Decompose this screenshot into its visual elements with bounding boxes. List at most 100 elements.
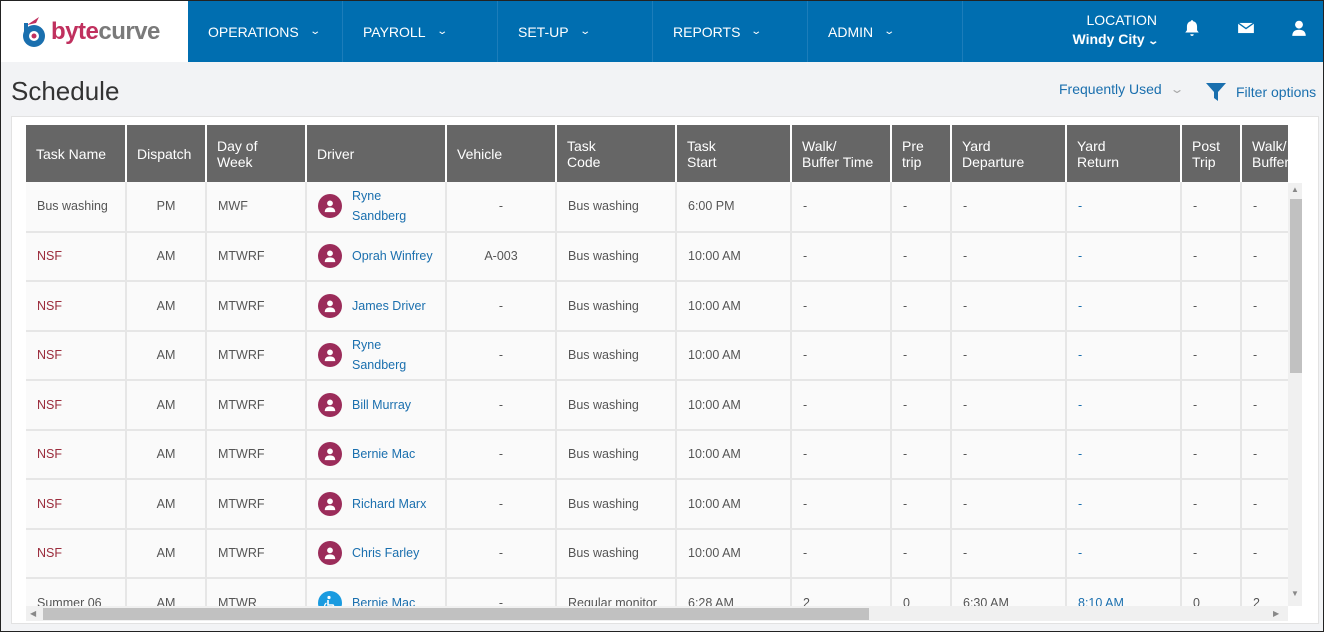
driver-avatar-icon bbox=[318, 541, 342, 566]
walk-buffer-2-cell: 2 bbox=[1241, 578, 1288, 606]
yard-departure-cell: - bbox=[951, 380, 1067, 431]
dispatch-cell: AM bbox=[126, 380, 207, 431]
task-start-cell: 6:28 AM bbox=[676, 578, 792, 606]
table-row[interactable]: NSF AM MTWRF Bill Murray - Bus washing 1… bbox=[26, 380, 1288, 431]
column-header[interactable]: Pre trip bbox=[891, 125, 952, 182]
driver-link[interactable]: Chris Farley bbox=[352, 543, 419, 563]
table-row[interactable]: NSF AM MTWRF Chris Farley - Bus washing … bbox=[26, 528, 1288, 579]
post-trip-cell: - bbox=[1181, 330, 1242, 381]
location-value: Windy City bbox=[1072, 31, 1145, 47]
task-start-cell: 10:00 AM bbox=[676, 330, 792, 381]
table-row[interactable]: NSF AM MTWRF Ryne Sandberg - Bus washing… bbox=[26, 330, 1288, 381]
column-header-label: Dispatch bbox=[137, 145, 192, 162]
column-header[interactable]: Walk/Buffer bbox=[1241, 125, 1288, 182]
dispatch-cell: AM bbox=[126, 528, 207, 579]
table-row[interactable]: NSF AM MTWRF Bernie Mac - Bus washing 10… bbox=[26, 429, 1288, 480]
driver-link[interactable]: Ryne Sandberg bbox=[352, 186, 434, 226]
day-of-week-cell: MTWRF bbox=[206, 380, 307, 431]
task-code-cell: Bus washing bbox=[556, 182, 677, 233]
chevron-down-icon: ⌄ bbox=[1169, 82, 1185, 96]
filter-options-button[interactable]: Filter options bbox=[1206, 82, 1316, 102]
driver-avatar-icon bbox=[318, 343, 342, 368]
column-header[interactable]: Task Code bbox=[556, 125, 677, 182]
driver-link[interactable]: Ryne Sandberg bbox=[352, 335, 434, 375]
nav-operations[interactable]: OPERATIONS ⌄ bbox=[188, 1, 343, 62]
scroll-left-icon[interactable]: ◀ bbox=[30, 609, 36, 618]
nav-payroll[interactable]: PAYROLL ⌄ bbox=[343, 1, 498, 62]
task-start-cell: 10:00 AM bbox=[676, 429, 792, 480]
post-trip-cell: - bbox=[1181, 182, 1242, 233]
column-header[interactable]: Walk/Buffer Time bbox=[791, 125, 892, 182]
column-header[interactable]: Task Start bbox=[676, 125, 792, 182]
driver-link[interactable]: Bill Murray bbox=[352, 395, 411, 415]
frequently-used-dropdown[interactable]: Frequently Used ⌄ bbox=[1059, 81, 1185, 97]
column-header-label: trip bbox=[902, 153, 922, 170]
table-row[interactable]: NSF AM MTWRF Richard Marx - Bus washing … bbox=[26, 479, 1288, 530]
scroll-down-icon[interactable]: ▼ bbox=[1291, 589, 1299, 598]
nav-label: ADMIN bbox=[828, 23, 874, 40]
vertical-scroll-thumb[interactable] bbox=[1290, 199, 1302, 373]
day-of-week-cell: MTWRF bbox=[206, 528, 307, 579]
table-row[interactable]: NSF AM MTWRF James Driver - Bus washing … bbox=[26, 281, 1288, 332]
vehicle-cell: - bbox=[446, 380, 557, 431]
driver-link[interactable]: James Driver bbox=[352, 296, 426, 316]
vertical-scrollbar[interactable]: ▲ ▼ bbox=[1288, 183, 1302, 606]
bytecurve-logo[interactable]: bytecurve bbox=[1, 1, 188, 62]
scroll-up-icon[interactable]: ▲ bbox=[1291, 185, 1299, 194]
task-code-cell: Bus washing bbox=[556, 330, 677, 381]
driver-link[interactable]: Bernie Mac bbox=[352, 593, 415, 606]
table-row[interactable]: Summer 06 AM MTWR Bernie Mac - Regular m… bbox=[26, 578, 1288, 606]
table-row[interactable]: Bus washing PM MWF Ryne Sandberg - Bus w… bbox=[26, 182, 1288, 233]
column-header-label: Vehicle bbox=[457, 145, 503, 162]
task-code-cell: Bus washing bbox=[556, 429, 677, 480]
nav-reports[interactable]: REPORTS ⌄ bbox=[653, 1, 808, 62]
location-selector[interactable]: LOCATION Windy City ⌄ bbox=[1072, 11, 1159, 51]
yard-return-cell: - bbox=[1066, 380, 1182, 431]
column-header-label: Task Name bbox=[36, 145, 107, 162]
yard-return-cell: - bbox=[1066, 182, 1182, 233]
task-start-cell: 10:00 AM bbox=[676, 281, 792, 332]
driver-link[interactable]: Oprah Winfrey bbox=[352, 246, 433, 266]
driver-link[interactable]: Bernie Mac bbox=[352, 444, 415, 464]
task-start-cell: 10:00 AM bbox=[676, 528, 792, 579]
driver-cell: Bernie Mac bbox=[306, 578, 447, 606]
location-label: LOCATION bbox=[1086, 12, 1157, 28]
horizontal-scroll-thumb[interactable] bbox=[43, 608, 869, 620]
nav-set-up[interactable]: SET-UP ⌄ bbox=[498, 1, 653, 62]
column-header[interactable]: Vehicle bbox=[446, 125, 557, 182]
mail-icon[interactable] bbox=[1237, 19, 1255, 37]
post-trip-cell: - bbox=[1181, 231, 1242, 282]
driver-link[interactable]: Richard Marx bbox=[352, 494, 426, 514]
driver-cell: Chris Farley bbox=[306, 528, 447, 579]
post-trip-cell: - bbox=[1181, 528, 1242, 579]
chevron-down-icon: ⌄ bbox=[883, 26, 896, 37]
nav-admin[interactable]: ADMIN ⌄ bbox=[808, 1, 963, 62]
column-header[interactable]: Dispatch bbox=[126, 125, 207, 182]
walk-buffer-cell: - bbox=[791, 182, 892, 233]
yard-departure-cell: - bbox=[951, 182, 1067, 233]
task-name-cell: NSF bbox=[26, 380, 127, 431]
task-start-cell: 6:00 PM bbox=[676, 182, 792, 233]
nav-label: REPORTS bbox=[673, 23, 741, 40]
horizontal-scrollbar[interactable]: ◀ ▶ bbox=[26, 606, 1288, 621]
user-icon[interactable] bbox=[1290, 19, 1308, 37]
column-header-label: Buffer bbox=[1252, 153, 1288, 170]
column-header[interactable]: Task Name bbox=[26, 125, 127, 182]
scroll-right-icon[interactable]: ▶ bbox=[1273, 609, 1279, 618]
table-row[interactable]: NSF AM MTWRF Oprah Winfrey A-003 Bus was… bbox=[26, 231, 1288, 282]
post-trip-cell: 0 bbox=[1181, 578, 1242, 606]
nav-label: OPERATIONS bbox=[208, 23, 299, 40]
yard-departure-cell: - bbox=[951, 330, 1067, 381]
column-header[interactable]: Yard Departure bbox=[951, 125, 1067, 182]
day-of-week-cell: MTWR bbox=[206, 578, 307, 606]
column-header[interactable]: Post Trip bbox=[1181, 125, 1242, 182]
chevron-down-icon: ⌄ bbox=[309, 26, 321, 37]
yard-return-cell: - bbox=[1066, 330, 1182, 381]
column-header[interactable]: Day of Week bbox=[206, 125, 307, 182]
chevron-down-icon: ⌄ bbox=[1146, 36, 1159, 47]
column-header[interactable]: Driver bbox=[306, 125, 447, 182]
column-header[interactable]: Yard Return bbox=[1066, 125, 1182, 182]
walk-buffer-2-cell: - bbox=[1241, 380, 1288, 431]
wheelchair-avatar-icon bbox=[318, 590, 342, 606]
bell-icon[interactable] bbox=[1183, 19, 1201, 37]
